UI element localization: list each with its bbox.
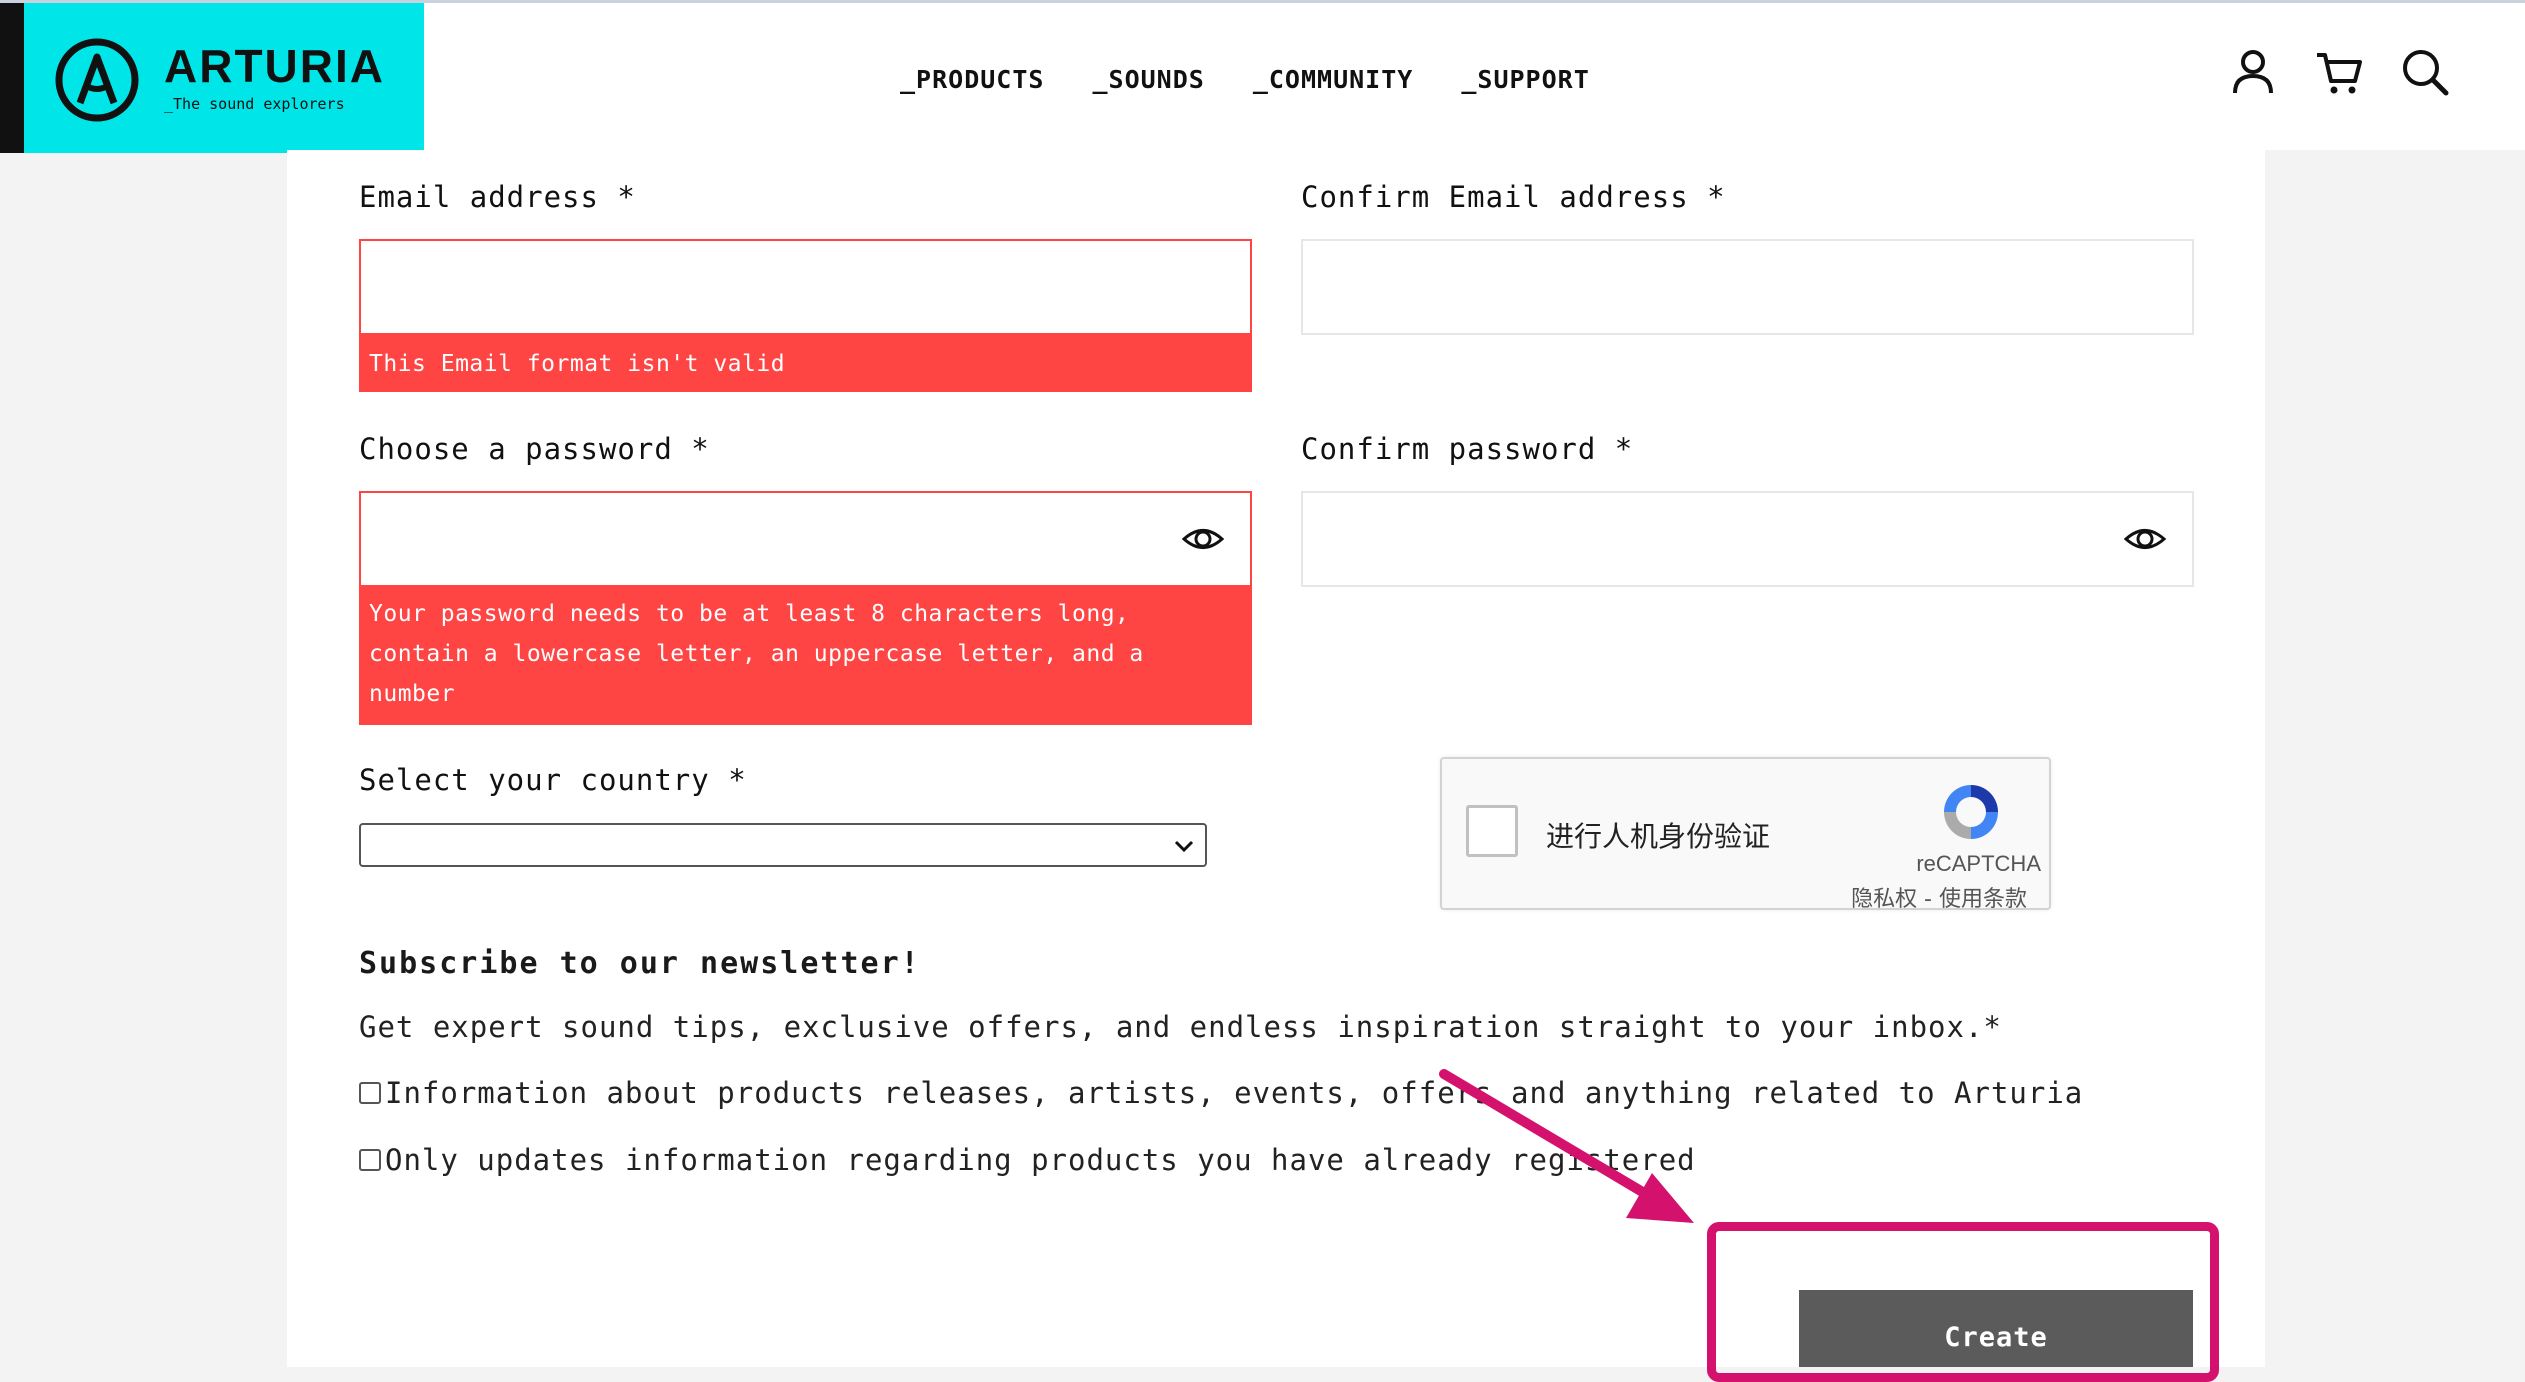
top-navigation-bar: ARTURIA _The sound explorers _PRODUCTS _… [0,0,2525,153]
newsletter-option-all: Information about products releases, art… [359,1076,2083,1110]
newsletter-all-label[interactable]: Information about products releases, art… [385,1076,2083,1110]
signup-form-panel: Email address * This Email format isn't … [287,150,2265,1367]
eye-icon[interactable] [2124,518,2166,560]
nav-community[interactable]: _COMMUNITY [1253,65,1414,94]
highlight-box [1707,1222,2219,1382]
newsletter-title: Subscribe to our newsletter! [359,946,921,981]
confirm-password-field[interactable] [1301,491,2194,587]
password-error-message: Your password needs to be at least 8 cha… [359,587,1252,725]
recaptcha-widget: 进行人机身份验证 reCAPTCHA 隐私权 - 使用条款 [1440,757,2051,913]
search-icon[interactable] [2400,47,2450,97]
eye-icon[interactable] [1182,518,1224,560]
email-field[interactable] [359,239,1252,335]
arturia-logo[interactable]: ARTURIA _The sound explorers [24,3,424,153]
chevron-down-icon [1174,840,1194,853]
header-icons [2228,47,2450,97]
arturia-logo-icon [55,38,139,122]
recaptcha-logo-icon [1944,785,1998,839]
country-label: Select your country * [359,763,747,797]
nav-products[interactable]: _PRODUCTS [900,65,1044,94]
confirm-email-field[interactable] [1301,239,2194,335]
brand-tagline: _The sound explorers [164,95,345,113]
country-select[interactable] [359,823,1207,867]
annotation-arrow [1439,1069,1694,1223]
confirm-password-label: Confirm password * [1301,432,1634,466]
left-edge-strip [0,3,24,153]
password-field[interactable] [359,491,1252,587]
cart-icon[interactable] [2314,47,2364,97]
user-icon[interactable] [2228,47,2278,97]
newsletter-description: Get expert sound tips, exclusive offers,… [359,1010,2002,1044]
recaptcha-label: 进行人机身份验证 [1546,820,1771,853]
newsletter-all-checkbox[interactable] [359,1082,381,1104]
confirm-email-label: Confirm Email address * [1301,180,1726,214]
main-nav: _PRODUCTS _SOUNDS _COMMUNITY _SUPPORT [900,65,1590,94]
email-label: Email address * [359,180,636,214]
recaptcha-links[interactable]: 隐私权 - 使用条款 [1851,881,2027,913]
nav-sounds[interactable]: _SOUNDS [1092,65,1204,94]
recaptcha-brand: reCAPTCHA [1916,851,2041,876]
brand-name: ARTURIA [164,40,385,92]
password-label: Choose a password * [359,432,710,466]
newsletter-registered-checkbox[interactable] [359,1149,381,1171]
recaptcha-checkbox[interactable] [1466,805,1518,857]
email-error-message: This Email format isn't valid [359,335,1252,392]
nav-support[interactable]: _SUPPORT [1461,65,1589,94]
